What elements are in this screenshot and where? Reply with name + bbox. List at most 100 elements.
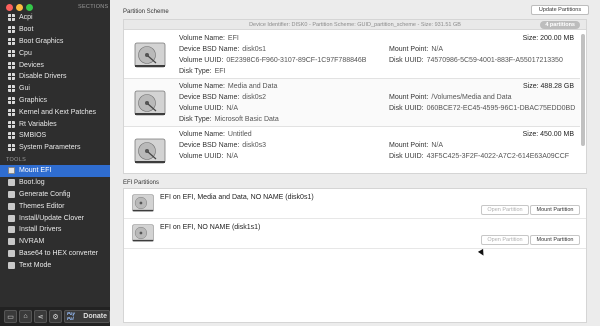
volume-name: Volume Name: Untitled (179, 131, 252, 138)
minimize-window-button[interactable] (16, 4, 23, 11)
sidebar-item-nvram[interactable]: NVRAM (0, 236, 110, 248)
partition-list-scrollbar[interactable] (580, 32, 585, 172)
share-icon: ⋖ (37, 313, 44, 321)
disk-uuid: Disk UUID: 74570986-5C59-4001-883F-A55017… (389, 57, 563, 64)
partition-row[interactable]: Volume Name: EFI Device BSD Name: disk0s1 … (124, 31, 580, 79)
home-button[interactable]: ⌂ (19, 310, 32, 323)
sidebar-item-text-mode[interactable]: Text Mode (0, 259, 110, 271)
grid-icon (8, 73, 15, 81)
partition-row[interactable]: Volume Name: Untitled Device BSD Name: dis… (124, 127, 580, 174)
convert-icon (8, 249, 15, 257)
update-partitions-button[interactable]: Update Partitions (531, 5, 589, 15)
open-partition-button[interactable]: Open Partition (481, 235, 529, 245)
grid-icon (8, 37, 15, 45)
share-button[interactable]: ⋖ (34, 310, 47, 323)
partition-row[interactable]: Volume Name: Media and Data Device BSD Na… (124, 79, 580, 127)
partition-list: Volume Name: EFI Device BSD Name: disk0s1 … (124, 31, 580, 174)
package-icon (8, 214, 15, 222)
mount-partition-button[interactable]: Mount Partition (530, 235, 580, 245)
open-file-button[interactable]: ▭ (4, 310, 17, 323)
grid-icon (8, 96, 15, 104)
sidebar-item-acpi[interactable]: Acpi (0, 12, 110, 24)
volume-uuid: Volume UUID: 0E2398C6-F960-3107-89CF-1C97… (179, 57, 367, 64)
sidebar-item-gui[interactable]: Gui (0, 83, 110, 95)
scheme-info: Device Identifier: DISK0 - Partition Sch… (249, 22, 461, 28)
drive-icon (8, 167, 15, 175)
zoom-window-button[interactable] (26, 4, 33, 11)
package-icon (8, 226, 15, 234)
clover-configurator-window: SECTIONS Acpi Boot Boot Graphics Cpu Dev… (0, 0, 600, 326)
chip-icon (8, 238, 15, 246)
sidebar-item-themes-editor[interactable]: Themes Editor (0, 200, 110, 212)
sidebar-item-install-update-clover[interactable]: Install/Update Clover (0, 212, 110, 224)
tools-list: Mount EFI Boot.log Generate Config Theme… (0, 165, 110, 271)
volume-name: Volume Name: EFI (179, 35, 239, 42)
main-content: Partition Scheme Update Partitions Devic… (118, 0, 600, 326)
sections-header: SECTIONS (78, 4, 109, 10)
mount-point: Mount Point: N/A (389, 46, 443, 53)
disk-uuid: Disk UUID: 060BCE72-EC45-4595-96C1-DBAC75… (389, 105, 576, 112)
partition-size: Size: 488.28 GB (523, 83, 574, 90)
sidebar-item-boot-graphics[interactable]: Boot Graphics (0, 36, 110, 48)
efi-partition-name: EFI on EFI, NO NAME (disk1s1) (160, 224, 261, 231)
sidebar-item-devices[interactable]: Devices (0, 59, 110, 71)
folder-icon: ▭ (7, 313, 14, 321)
hard-drive-icon (132, 194, 154, 212)
sidebar-item-kernel-kext-patches[interactable]: Kernel and Kext Patches (0, 106, 110, 118)
grid-icon (8, 61, 15, 69)
grid-icon (8, 144, 15, 152)
efi-partition-row[interactable]: EFI on EFI, NO NAME (disk1s1) Open Parti… (124, 219, 586, 249)
sidebar-item-mount-efi[interactable]: Mount EFI (0, 165, 110, 177)
palette-icon (8, 202, 15, 210)
mount-point: Mount Point: N/A (389, 142, 443, 149)
sidebar-bottom-bar: ▭ ⌂ ⋖ ⚙ Pay Pal Donate (0, 307, 110, 326)
sidebar-item-smbios[interactable]: SMBIOS (0, 130, 110, 142)
gear-icon (8, 190, 15, 198)
settings-button[interactable]: ⚙ (49, 310, 62, 323)
grid-icon (8, 26, 15, 34)
scroll-thumb[interactable] (581, 34, 585, 146)
sidebar-item-boot-log[interactable]: Boot.log (0, 177, 110, 189)
hard-drive-icon (134, 138, 166, 164)
sidebar: SECTIONS Acpi Boot Boot Graphics Cpu Dev… (0, 0, 110, 326)
donate-button[interactable]: Pay Pal Donate (64, 310, 110, 323)
window-controls (6, 4, 33, 11)
grid-icon (8, 14, 15, 22)
partition-scheme-title: Partition Scheme (123, 9, 169, 15)
grid-icon (8, 108, 15, 116)
text-icon (8, 261, 15, 269)
grid-icon (8, 132, 15, 140)
mount-partition-button[interactable]: Mount Partition (530, 205, 580, 215)
volume-uuid: Volume UUID: N/A (179, 105, 239, 112)
sidebar-item-install-drivers[interactable]: Install Drivers (0, 224, 110, 236)
sidebar-item-graphics[interactable]: Graphics (0, 95, 110, 107)
efi-partition-row[interactable]: EFI on EFI, Media and Data, NO NAME (dis… (124, 189, 586, 219)
donate-label: Donate (83, 313, 107, 320)
sidebar-item-disable-drivers[interactable]: Disable Drivers (0, 71, 110, 83)
grid-icon (8, 120, 15, 128)
efi-partition-name: EFI on EFI, Media and Data, NO NAME (dis… (160, 194, 314, 201)
open-partition-button[interactable]: Open Partition (481, 205, 529, 215)
grid-icon (8, 49, 15, 57)
sidebar-item-rt-variables[interactable]: Rt Variables (0, 118, 110, 130)
sidebar-item-generate-config[interactable]: Generate Config (0, 189, 110, 201)
sections-list: Acpi Boot Boot Graphics Cpu Devices Disa… (0, 12, 110, 154)
device-bsd-name: Device BSD Name: disk0s1 (179, 46, 267, 53)
close-window-button[interactable] (6, 4, 13, 11)
document-icon (8, 179, 15, 187)
tools-header: TOOLS (6, 157, 27, 163)
sidebar-item-boot[interactable]: Boot (0, 24, 110, 36)
hard-drive-icon (134, 42, 166, 68)
disk-type: Disk Type: Microsoft Basic Data (179, 116, 279, 123)
device-bsd-name: Device BSD Name: disk0s2 (179, 94, 267, 101)
efi-partitions-title: EFI Partitions (123, 180, 160, 186)
sidebar-item-system-parameters[interactable]: System Parameters (0, 142, 110, 154)
partition-size: Size: 200.00 MB (522, 35, 574, 42)
partition-size: Size: 450.00 MB (522, 131, 574, 138)
volume-uuid: Volume UUID: N/A (179, 153, 239, 160)
disk-type: Disk Type: EFI (179, 68, 226, 75)
mount-point: Mount Point:/Volumes/Media and Data (389, 94, 512, 101)
partition-scheme-panel: Device Identifier: DISK0 - Partition Sch… (123, 19, 587, 174)
sidebar-item-base64-hex[interactable]: Base64 to HEX converter (0, 248, 110, 260)
sidebar-item-cpu[interactable]: Cpu (0, 47, 110, 59)
